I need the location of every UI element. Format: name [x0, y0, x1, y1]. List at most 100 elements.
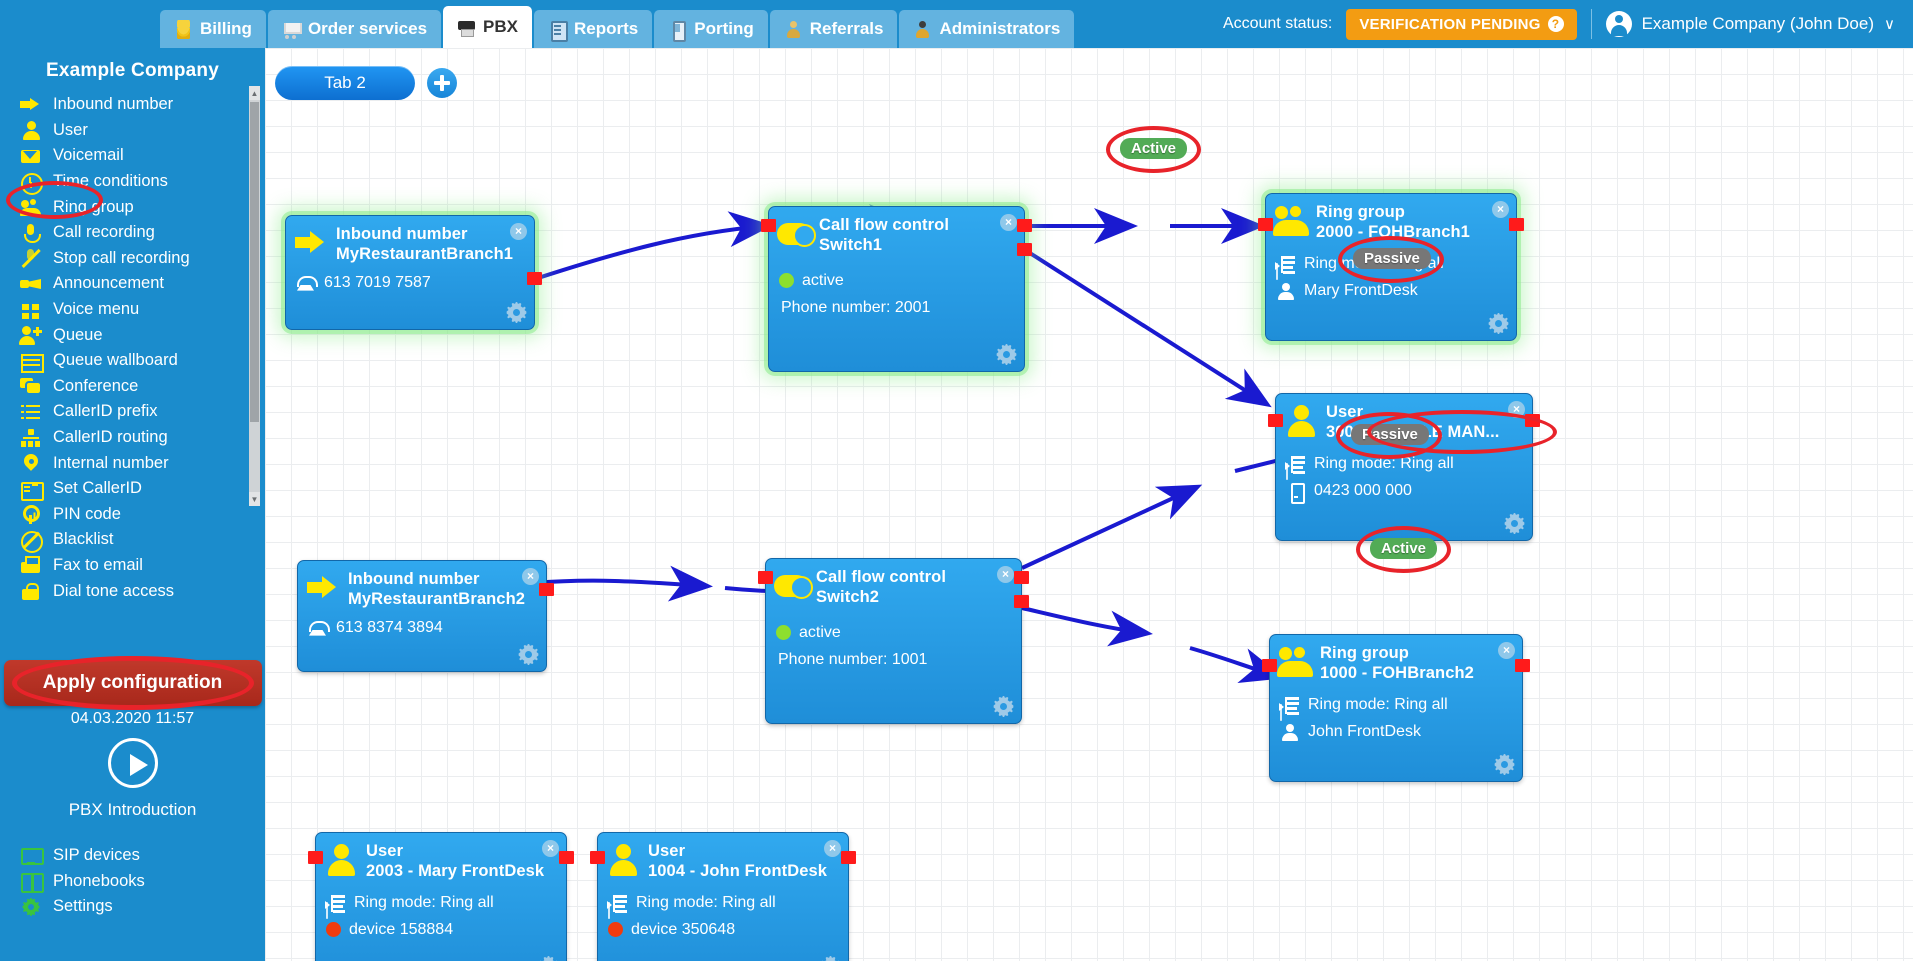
node-port-in[interactable]	[590, 851, 605, 864]
ring-mode-icon	[1275, 255, 1296, 273]
nav-tab-pbx[interactable]: PBX	[443, 6, 533, 48]
sidebar-item-dial-tone-access[interactable]: Dial tone access	[10, 578, 265, 604]
sidebar-item-stop-call-recording[interactable]: Stop call recording	[10, 246, 265, 272]
node-port-out[interactable]	[527, 272, 542, 285]
close-icon[interactable]: ×	[1000, 214, 1017, 231]
sidebar-scrollbar[interactable]: ▲ ▼	[249, 86, 260, 506]
node-call-flow-control-switch2[interactable]: × Call flow control Switch2 active Phone…	[758, 558, 1029, 724]
tab-2[interactable]: Tab 2	[275, 66, 415, 100]
sidebar-item-set-callerid[interactable]: Set CallerID	[10, 476, 265, 502]
gear-icon[interactable]	[1488, 313, 1509, 334]
call-flow-canvas[interactable]: ▲ Tab 2 Active Passive P	[265, 48, 1913, 961]
sidebar-item-sip-devices[interactable]: SIP devices	[10, 843, 145, 869]
sidebar-item-callerid-routing[interactable]: CallerID routing	[10, 425, 265, 451]
sidebar-item-blacklist[interactable]: Blacklist	[10, 527, 265, 553]
gear-icon[interactable]	[996, 344, 1017, 365]
gear-icon[interactable]	[506, 302, 527, 323]
node-status-row: active	[769, 272, 1024, 290]
nav-tab-administrators[interactable]: Administrators	[899, 10, 1075, 48]
node-port-out[interactable]	[1515, 659, 1530, 672]
close-icon[interactable]: ×	[1498, 642, 1515, 659]
nav-tab-porting[interactable]: Porting	[654, 10, 768, 48]
nav-tab-billing[interactable]: Billing	[160, 10, 266, 48]
sidebar-item-label: Time conditions	[53, 172, 168, 191]
gear-icon[interactable]	[1494, 754, 1515, 775]
sidebar-item-pin-code[interactable]: PIN code	[10, 502, 265, 528]
node-inbound-number-1[interactable]: × Inbound number MyRestaurantBranch1 613…	[285, 215, 542, 330]
account-user-menu[interactable]: Example Company (John Doe) ∨	[1605, 11, 1895, 37]
close-icon[interactable]: ×	[1492, 201, 1509, 218]
node-port-in[interactable]	[308, 851, 323, 864]
node-user-1004[interactable]: × User 1004 - John FrontDesk Ring mode: …	[590, 832, 856, 961]
node-ring-group-2[interactable]: × Ring group 1000 - FOHBranch2 Ring mode…	[1262, 634, 1530, 782]
node-port-out[interactable]	[841, 851, 856, 864]
gear-icon[interactable]	[538, 956, 559, 961]
sidebar-item-queue[interactable]: Queue	[10, 322, 265, 348]
apply-configuration-button[interactable]: Apply configuration	[3, 660, 262, 706]
sidebar-item-ring-group[interactable]: Ring group	[10, 194, 265, 220]
node-port-in[interactable]	[761, 219, 776, 232]
close-icon[interactable]: ×	[522, 568, 539, 585]
node-user-2003[interactable]: × User 2003 - Mary FrontDesk Ring mode: …	[308, 832, 574, 961]
nav-tab-reports[interactable]: Reports	[534, 10, 653, 48]
sidebar-item-settings[interactable]: Settings	[10, 894, 145, 920]
sidebar-item-callerid-prefix[interactable]: CallerID prefix	[10, 399, 265, 425]
scrollbar-thumb[interactable]	[250, 102, 259, 422]
play-icon[interactable]	[107, 738, 158, 788]
node-port-out-passive[interactable]	[1017, 243, 1032, 256]
node-port-out[interactable]	[1509, 218, 1524, 231]
node-port-out[interactable]	[1525, 414, 1540, 427]
node-port-in[interactable]	[758, 571, 773, 584]
node-call-flow-control-switch1[interactable]: × Call flow control Switch1 active Phone…	[761, 206, 1032, 372]
verification-status-badge[interactable]: VERIFICATION PENDING ?	[1346, 8, 1577, 40]
scroll-up-icon[interactable]: ▲	[249, 86, 260, 100]
close-icon[interactable]: ×	[824, 840, 841, 857]
sidebar-item-call-recording[interactable]: Call recording	[10, 220, 265, 246]
node-port-out-passive[interactable]	[1014, 571, 1029, 584]
nav-tab-referrals[interactable]: Referrals	[769, 10, 898, 48]
status-dot-red-icon	[326, 922, 341, 938]
sidebar-item-fax-to-email[interactable]: Fax to email	[10, 553, 265, 579]
close-icon[interactable]: ×	[1508, 401, 1525, 418]
toggle-switch-icon	[777, 217, 816, 251]
node-port-out[interactable]	[539, 583, 554, 596]
sidebar-item-phonebooks[interactable]: Phonebooks	[10, 869, 145, 895]
gear-icon[interactable]	[820, 956, 841, 961]
close-icon[interactable]: ×	[997, 566, 1014, 583]
node-port-in[interactable]	[1258, 218, 1273, 231]
sidebar-item-conference[interactable]: Conference	[10, 374, 265, 400]
add-tab-button[interactable]	[427, 68, 457, 98]
sidebar-item-internal-number[interactable]: Internal number	[10, 450, 265, 476]
sidebar-item-voice-menu[interactable]: Voice menu	[10, 297, 265, 323]
node-ring-mode-row: Ring mode: Ring all	[316, 894, 566, 912]
sidebar-item-user[interactable]: User	[10, 118, 265, 144]
user-icon	[324, 843, 358, 877]
pbx-introduction-block[interactable]: PBX Introduction	[0, 738, 265, 820]
node-port-out-active[interactable]	[1017, 219, 1032, 232]
canvas-tab-bar: Tab 2	[275, 66, 457, 100]
sidebar-item-queue-wallboard[interactable]: Queue wallboard	[10, 348, 265, 374]
node-ring-mode-row: Ring mode: Ring all	[1270, 696, 1522, 714]
chevron-down-icon[interactable]: ∨	[1884, 15, 1895, 33]
gear-icon[interactable]	[993, 696, 1014, 717]
sidebar-item-announcement[interactable]: Announcement	[10, 271, 265, 297]
node-title-block: User 1004 - John FrontDesk	[648, 841, 827, 882]
close-icon[interactable]: ×	[542, 840, 559, 857]
node-port-out-active[interactable]	[1014, 595, 1029, 608]
scroll-down-icon[interactable]: ▼	[249, 492, 260, 506]
node-port-out[interactable]	[559, 851, 574, 864]
node-inbound-number-2[interactable]: × Inbound number MyRestaurantBranch2 613…	[297, 560, 554, 672]
sidebar-item-inbound-number[interactable]: Inbound number	[10, 92, 265, 118]
sidebar-item-voicemail[interactable]: Voicemail	[10, 143, 265, 169]
help-icon[interactable]: ?	[1547, 16, 1564, 32]
node-user-3000[interactable]: × User 3000 - MOBILE MAN... Ring mode: R…	[1268, 393, 1540, 541]
sidebar-item-time-conditions[interactable]: Time conditions	[10, 169, 265, 195]
node-port-in[interactable]	[1262, 659, 1277, 672]
node-port-in[interactable]	[1268, 414, 1283, 427]
gear-icon[interactable]	[518, 644, 539, 665]
nav-tab-order-services[interactable]: Order services	[267, 10, 442, 48]
node-header: Inbound number MyRestaurantBranch2	[298, 561, 546, 610]
gear-icon[interactable]	[1504, 513, 1525, 534]
sidebar-item-label: Stop call recording	[53, 248, 190, 267]
close-icon[interactable]: ×	[510, 223, 527, 240]
